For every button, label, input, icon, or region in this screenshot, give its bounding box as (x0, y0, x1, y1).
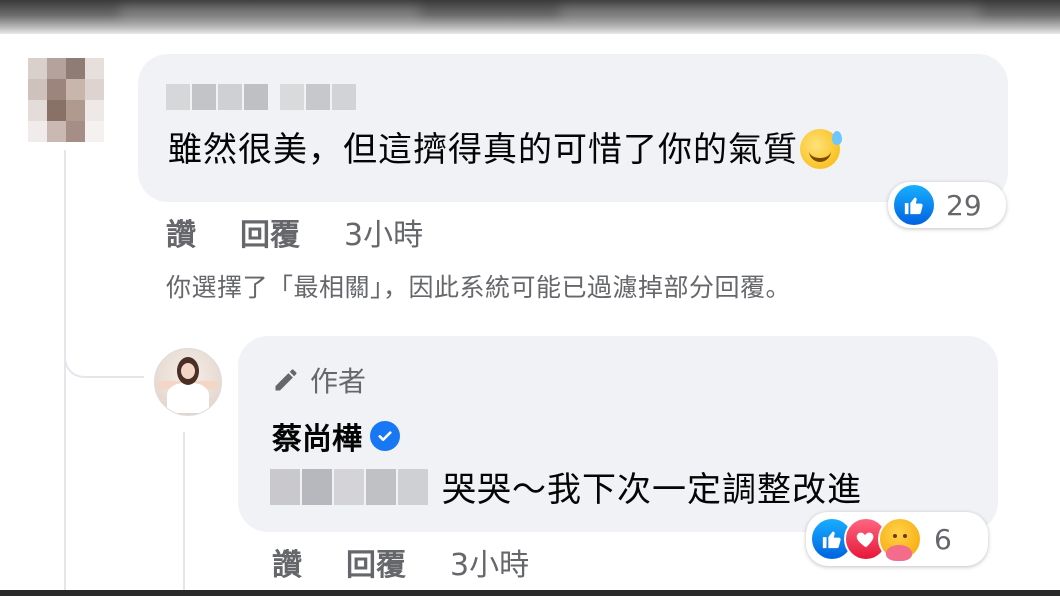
like-link[interactable]: 讚 (272, 540, 302, 584)
comment-text: 雖然很美，但這擠得真的可惜了你的氣質 (168, 122, 842, 171)
timestamp-link[interactable]: 3小時 (450, 540, 529, 584)
author-badge: 作者 (272, 360, 366, 400)
author-badge-label: 作者 (310, 365, 367, 398)
care-reaction-icon (878, 517, 922, 561)
comment-reactions[interactable]: 29 (888, 182, 1006, 228)
reply-reactions[interactable]: 6 (806, 512, 988, 566)
bottom-edge (0, 590, 1060, 596)
reply-author-name[interactable]: 蔡尚樺 (272, 414, 362, 458)
author-avatar[interactable] (154, 348, 222, 416)
reply-actions: 讚 回覆 3小時 (272, 540, 529, 584)
reply-link[interactable]: 回覆 (240, 210, 300, 254)
thread-line-corner (64, 318, 144, 378)
thread-line (64, 150, 66, 596)
reply-thread-line (183, 432, 185, 596)
blurred-top-bar (0, 0, 1060, 34)
reply-content: 哭哭～我下次一定調整改進 (270, 462, 862, 511)
grinning-sweat-emoji-icon (800, 129, 842, 169)
pen-icon (272, 366, 300, 394)
mentioned-user-blurred[interactable] (270, 468, 428, 505)
commenter-name-blurred[interactable] (166, 84, 356, 110)
verified-badge-icon (370, 421, 400, 451)
reply-author: 蔡尚樺 (272, 414, 400, 458)
comment-text-content: 雖然很美，但這擠得真的可惜了你的氣質 (168, 130, 798, 170)
reply-text: 哭哭～我下次一定調整改進 (442, 470, 862, 510)
like-reaction-icon (892, 183, 936, 227)
like-link[interactable]: 讚 (166, 210, 196, 254)
reaction-count: 29 (946, 188, 982, 222)
comment-actions: 讚 回覆 3小時 (166, 210, 423, 254)
commenter-avatar[interactable] (28, 58, 104, 142)
timestamp-link[interactable]: 3小時 (344, 210, 423, 254)
reply-link[interactable]: 回覆 (346, 540, 406, 584)
reaction-count: 6 (934, 522, 952, 556)
filter-notice: 你選擇了「最相關」，因此系統可能已過濾掉部分回覆。 (166, 273, 792, 302)
